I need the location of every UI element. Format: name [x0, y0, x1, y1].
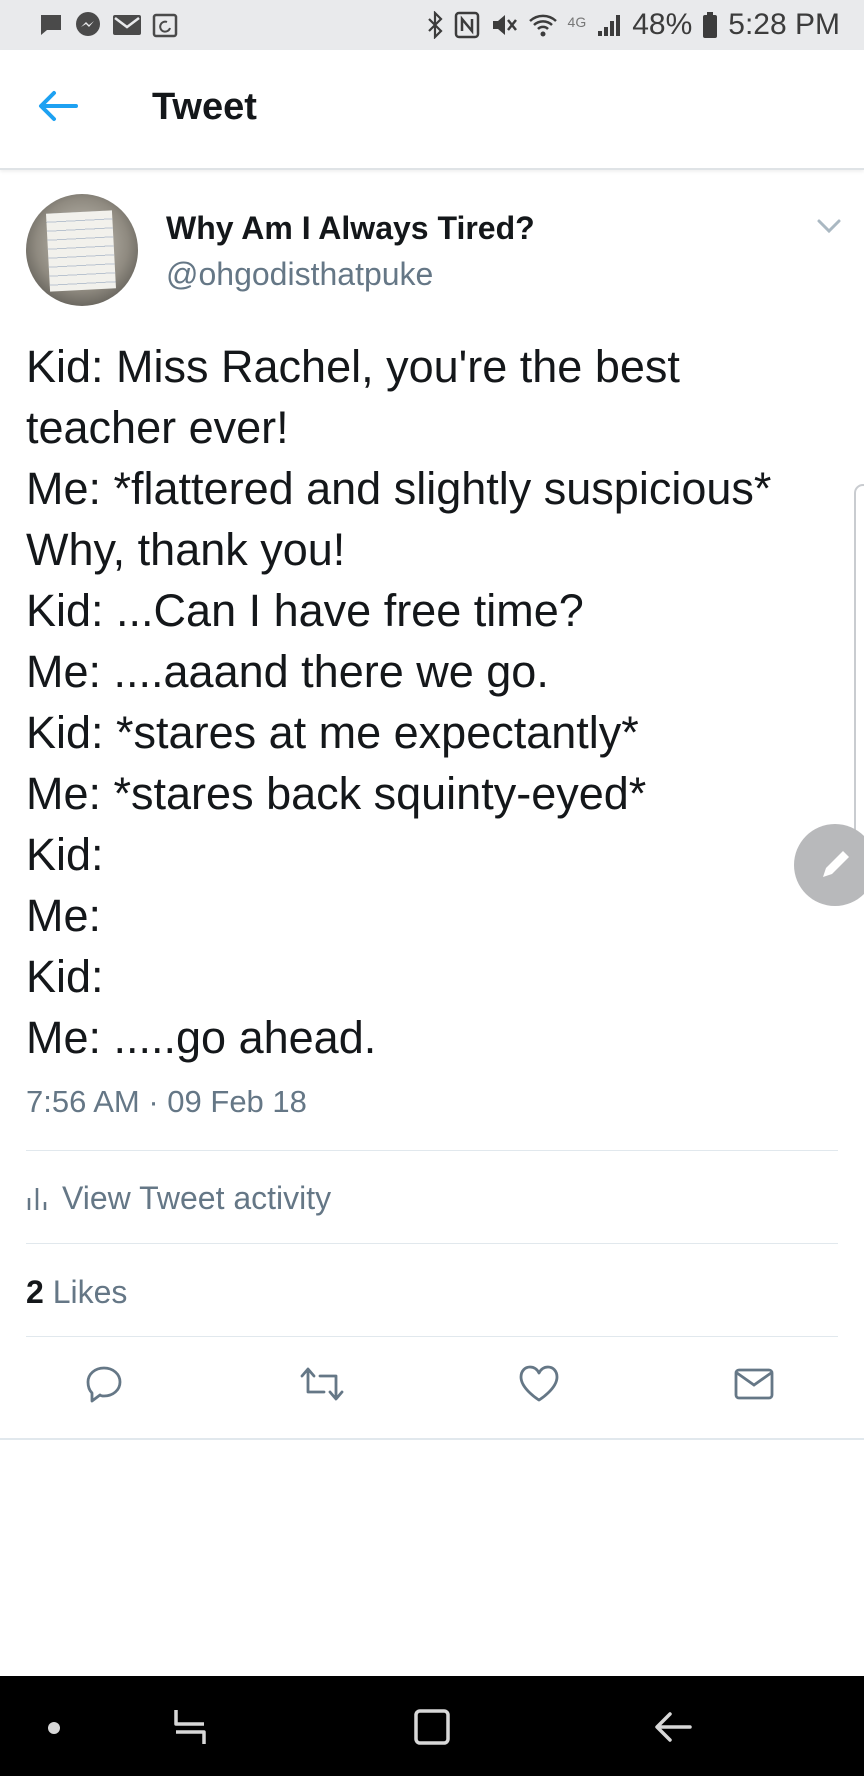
back-icon	[655, 1712, 692, 1742]
tweet-line: Me: .....go ahead.	[26, 1012, 377, 1063]
clock: 5:28 PM	[728, 8, 840, 41]
dot-icon	[48, 1722, 60, 1734]
system-back-button[interactable]	[652, 1706, 696, 1748]
avatar[interactable]	[26, 194, 138, 306]
tweet-line: Me: ....aaand there we go.	[26, 646, 549, 697]
page-title: Tweet	[152, 86, 257, 128]
scrollbar[interactable]	[854, 484, 864, 848]
chevron-down-icon	[817, 219, 841, 234]
signal-icon	[596, 12, 622, 38]
envelope-icon	[734, 1368, 774, 1400]
divider	[26, 1336, 838, 1337]
likes-summary[interactable]: 2 Likes	[26, 1274, 127, 1311]
calendar-icon	[152, 12, 178, 38]
status-bar-system: 4G 48% 5:28 PM	[426, 8, 840, 42]
tweet-line: Kid:	[26, 951, 104, 1002]
reply-icon	[86, 1366, 122, 1403]
heart-icon	[519, 1365, 559, 1402]
divider	[26, 1150, 838, 1151]
home-button[interactable]	[410, 1706, 454, 1748]
tweet-action-bar	[0, 1362, 864, 1414]
likes-count: 2	[26, 1274, 44, 1310]
network-type-label: 4G	[567, 14, 587, 30]
system-nav-bar	[0, 1676, 864, 1776]
wifi-icon	[528, 12, 558, 38]
divider	[26, 1243, 838, 1244]
message-icon	[38, 12, 64, 38]
retweet-icon	[300, 1367, 344, 1401]
author-display-name[interactable]: Why Am I Always Tired?	[166, 210, 535, 247]
share-via-dm-button[interactable]	[732, 1362, 784, 1414]
tweet-line: Kid: Miss Rachel, you're the best	[26, 341, 680, 392]
nfc-icon	[454, 11, 480, 39]
avatar-image	[46, 210, 116, 292]
home-icon	[414, 1709, 450, 1745]
bar-chart-icon	[27, 1188, 47, 1210]
tweet-line: Me: *stares back squinty-eyed*	[26, 768, 647, 819]
tweet-line: Me:	[26, 890, 102, 941]
bluetooth-icon	[426, 11, 444, 39]
likes-label: Likes	[52, 1274, 128, 1310]
tweet-line: Me: *flattered and slightly suspicious*	[26, 463, 772, 514]
tweet-line: Kid:	[26, 829, 104, 880]
battery-icon	[702, 11, 718, 39]
reply-button[interactable]	[82, 1362, 134, 1414]
battery-percent: 48%	[632, 8, 693, 41]
tweet-line: Why, thank you!	[26, 524, 346, 575]
recent-apps-button[interactable]	[168, 1706, 212, 1748]
mute-icon	[490, 12, 518, 38]
nav-dot-button[interactable]	[44, 1718, 64, 1738]
recents-icon	[174, 1710, 206, 1744]
status-bar-notifications	[38, 11, 178, 39]
mail-icon	[112, 13, 142, 37]
view-tweet-activity-label: View Tweet activity	[62, 1179, 332, 1216]
like-button[interactable]	[516, 1362, 568, 1414]
back-button[interactable]	[36, 88, 84, 128]
divider	[0, 1438, 864, 1440]
tweet-options-button[interactable]	[814, 214, 844, 238]
app-header: Tweet	[0, 50, 864, 170]
messenger-icon	[74, 11, 102, 39]
back-arrow-icon	[39, 91, 78, 121]
pencil-icon	[823, 851, 849, 877]
status-bar: 4G 48% 5:28 PM	[0, 0, 864, 50]
tweet-line: Kid: ...Can I have free time?	[26, 585, 584, 636]
tweet-line: teacher ever!	[26, 402, 289, 453]
tweet-line: Kid: *stares at me expectantly*	[26, 707, 639, 758]
author-handle[interactable]: @ohgodisthatpuke	[166, 256, 433, 293]
tweet-text: Kid: Miss Rachel, you're the best teache…	[26, 336, 856, 1068]
view-tweet-activity-button[interactable]: View Tweet activity	[26, 1174, 331, 1222]
tweet-timestamp: 7:56 AM · 09 Feb 18	[26, 1084, 307, 1119]
retweet-button[interactable]	[298, 1362, 350, 1414]
